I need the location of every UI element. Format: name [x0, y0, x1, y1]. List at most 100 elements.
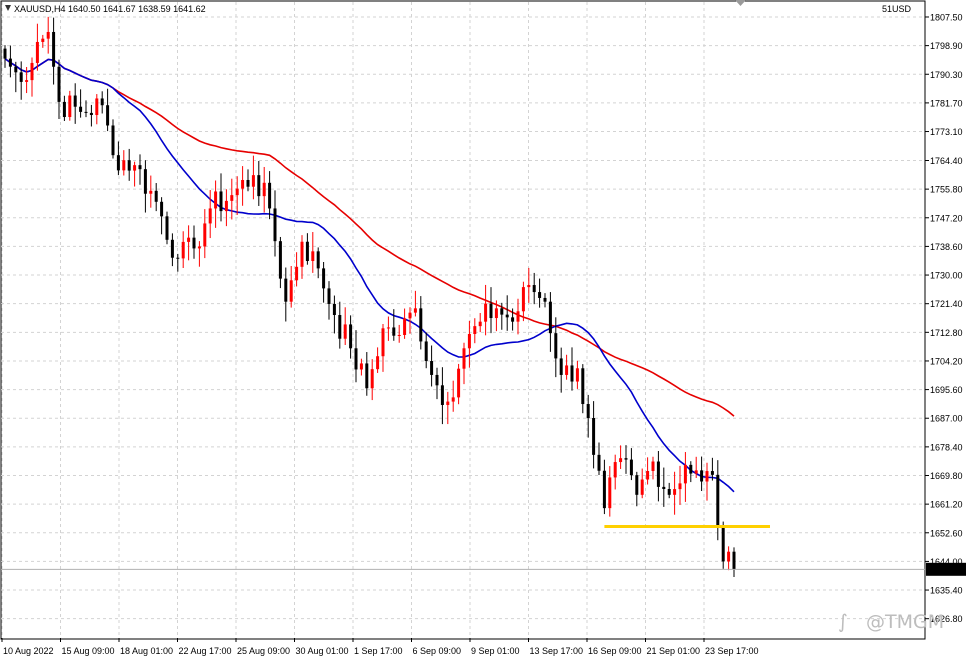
- candle-body: [41, 38, 45, 42]
- candle-body: [122, 160, 126, 171]
- candle-body: [106, 105, 110, 126]
- candle-body: [359, 363, 363, 370]
- candle-body: [187, 237, 191, 242]
- price-axis[interactable]: 1807.50 1798.90 1790.30 1781.70 1773.10 1764.…: [925, 12, 963, 624]
- candle-body: [721, 525, 725, 562]
- candle-body: [430, 361, 434, 375]
- candle-body: [300, 241, 304, 267]
- y-tick-label: 1669.80: [930, 471, 963, 481]
- candle-body: [624, 458, 628, 460]
- candle-body: [608, 477, 612, 509]
- candle-body: [673, 489, 677, 495]
- candle-body: [170, 239, 174, 258]
- candle-body: [143, 169, 147, 194]
- candle-body: [516, 311, 520, 322]
- candle-body: [62, 101, 66, 118]
- time-axis[interactable]: 10 Aug 2022 15 Aug 09:00 18 Aug 01:00 22 Au…: [1, 638, 759, 656]
- y-tick-label: 1661.20: [930, 500, 963, 510]
- candle-body: [30, 62, 34, 81]
- candle-body: [230, 195, 234, 201]
- candle-body: [532, 285, 536, 293]
- candle-body: [278, 241, 282, 279]
- x-tick-label: 22 Aug 17:00: [179, 646, 232, 656]
- candle-body: [403, 318, 407, 335]
- candle-body: [656, 461, 660, 487]
- candle-body: [505, 314, 509, 318]
- candle-body: [716, 474, 720, 526]
- candle-body: [25, 80, 29, 82]
- candle-body: [3, 48, 7, 59]
- candle-body: [224, 200, 228, 212]
- candle-body: [457, 368, 461, 398]
- candle-body: [14, 66, 18, 73]
- candle-body: [386, 327, 390, 329]
- candle-body: [343, 324, 347, 339]
- candle-body: [354, 348, 358, 370]
- candle-body: [683, 464, 687, 484]
- candle-body: [424, 341, 428, 362]
- candle-body: [467, 334, 471, 349]
- x-tick-label: 9 Sep 01:00: [471, 646, 520, 656]
- candle-body: [662, 486, 666, 490]
- candle-body: [554, 333, 558, 359]
- x-tick-label: 6 Sep 09:00: [413, 646, 462, 656]
- y-tick-label: 1781.70: [930, 98, 963, 108]
- candle-body: [543, 297, 547, 302]
- candle-body: [694, 470, 698, 474]
- candle-body: [46, 31, 50, 39]
- candle-body: [289, 280, 293, 302]
- watermark-logo-icon: ∫: [838, 611, 848, 633]
- candle-body: [613, 462, 617, 478]
- candle-body: [408, 312, 412, 319]
- candle-body: [349, 324, 353, 349]
- candle-body: [413, 308, 417, 313]
- price-chart[interactable]: 1807.50 1798.90 1790.30 1781.70 1773.10 1764.…: [0, 0, 970, 660]
- candle-body: [311, 251, 315, 262]
- candle-body: [235, 188, 239, 196]
- x-tick-label: 23 Sep 17:00: [705, 646, 759, 656]
- candle-body: [521, 287, 525, 312]
- candle-body: [651, 461, 655, 471]
- candle-body: [246, 179, 250, 187]
- candle-body: [192, 237, 196, 249]
- candle-body: [149, 190, 153, 194]
- candle-body: [667, 489, 671, 495]
- candle-body: [640, 479, 644, 495]
- x-tick-label: 18 Aug 01:00: [120, 646, 173, 656]
- candle-body: [197, 246, 201, 249]
- candle-body: [629, 459, 633, 476]
- candle-body: [322, 268, 326, 289]
- candle-body: [646, 470, 650, 480]
- candle-body: [160, 201, 164, 217]
- candle-body: [19, 72, 23, 82]
- y-tick-label: 1773.10: [930, 127, 963, 137]
- candle-body: [89, 112, 93, 116]
- y-tick-label: 1695.60: [930, 385, 963, 395]
- x-tick-label: 16 Sep 09:00: [588, 646, 642, 656]
- y-tick-label: 1712.80: [930, 328, 963, 338]
- y-tick-label: 1730.00: [930, 271, 963, 281]
- x-tick-label: 15 Aug 09:00: [62, 646, 115, 656]
- candle-body: [597, 454, 601, 471]
- candle-body: [462, 348, 466, 369]
- candle-body: [284, 278, 288, 302]
- candle-body: [257, 175, 261, 197]
- candle-body: [381, 328, 385, 357]
- svg-text:1641.62: 1641.62: [929, 565, 962, 575]
- candle-body: [511, 317, 515, 322]
- candle-body: [181, 241, 185, 259]
- candle-body: [95, 98, 99, 116]
- candle-body: [440, 385, 444, 405]
- candle-body: [710, 471, 714, 475]
- candle-body: [635, 475, 639, 495]
- candle-body: [500, 308, 504, 315]
- y-tick-label: 1798.90: [930, 41, 963, 51]
- y-tick-label: 1704.20: [930, 356, 963, 366]
- candle-body: [219, 191, 223, 212]
- watermark-text: @TMGM: [866, 611, 944, 633]
- candle-body: [727, 551, 731, 562]
- candle-body: [570, 365, 574, 382]
- candle-body: [494, 308, 498, 319]
- y-tick-label: 1652.60: [930, 528, 963, 538]
- candle-body: [100, 98, 104, 106]
